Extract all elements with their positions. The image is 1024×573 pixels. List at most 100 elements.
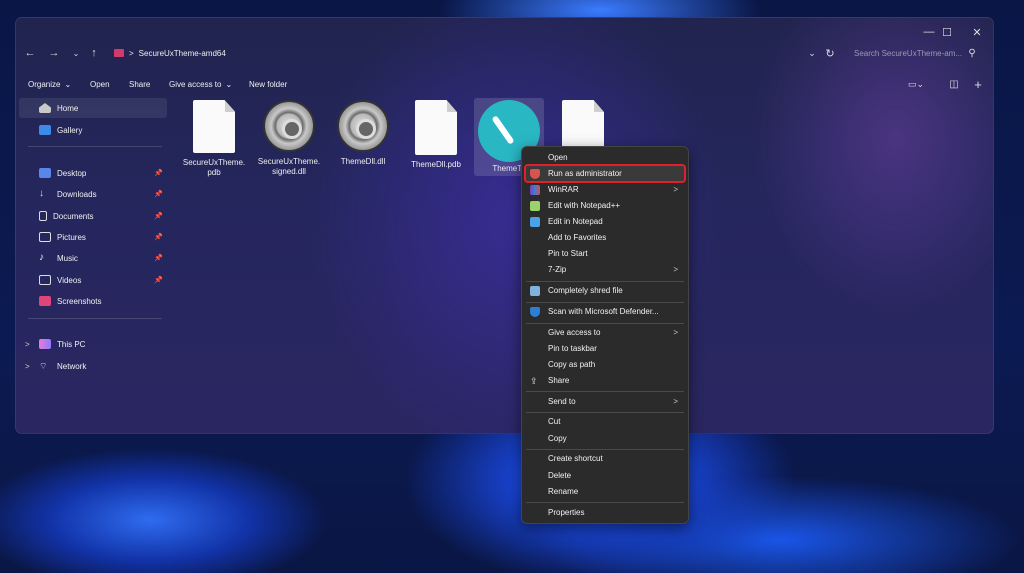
sidebar-divider [28, 146, 162, 147]
file-name: SecureUxTheme. signed.dll [257, 157, 321, 176]
menu-item-7zip[interactable]: 7-Zip > [526, 262, 684, 277]
menu-item-delete[interactable]: Delete [526, 468, 684, 483]
sidebar-item-documents[interactable]: Documents 📌 [19, 206, 167, 226]
music-icon: ♪ [39, 252, 44, 263]
menu-item-label: Give access to [548, 328, 601, 337]
breadcrumb-folder[interactable]: SecureUxTheme-amd64 [139, 49, 226, 58]
pin-icon: 📌 [154, 255, 163, 262]
chevron-right-icon: > [25, 339, 30, 349]
menu-item-scan-defender[interactable]: Scan with Microsoft Defender... [526, 304, 684, 319]
network-icon: ⌔ [39, 361, 48, 371]
menu-item-label: Edit with Notepad++ [548, 201, 621, 210]
sidebar-item-desktop[interactable]: Desktop 📌 [19, 163, 167, 183]
menu-item-add-favorites[interactable]: Add to Favorites [526, 230, 684, 245]
forward-button[interactable]: → [46, 45, 62, 61]
refresh-icon: ↻ [825, 47, 835, 60]
sidebar-item-this-pc[interactable]: > This PC [19, 334, 167, 354]
menu-item-label: Send to [548, 397, 576, 406]
sidebar-item-label: Documents [53, 211, 94, 221]
menu-item-copy[interactable]: Copy [526, 431, 684, 446]
sidebar-item-label: Desktop [57, 168, 87, 178]
menu-item-share[interactable]: ⇪ Share [526, 373, 684, 388]
menu-item-label: Scan with Microsoft Defender... [548, 307, 659, 316]
menu-item-rename[interactable]: Rename [526, 484, 684, 499]
home-icon [39, 103, 51, 113]
file-name: ThemeDll.dll [340, 157, 386, 166]
menu-item-label: Share [548, 376, 570, 385]
breadcrumb[interactable]: > SecureUxTheme-amd64 [114, 44, 226, 62]
sidebar-divider [28, 318, 162, 319]
pin-icon: 📌 [154, 170, 163, 177]
menu-item-winrar[interactable]: WinRAR > [526, 182, 684, 197]
new-folder-button[interactable]: New folder [249, 76, 287, 92]
menu-item-shred-file[interactable]: Completely shred file [526, 283, 684, 298]
give-access-label: Give access to [169, 79, 222, 89]
notepad-icon [530, 216, 540, 227]
sidebar-item-music[interactable]: ♪ Music 📌 [19, 248, 167, 268]
menu-item-edit-notepad-plus[interactable]: Edit with Notepad++ [526, 198, 684, 213]
menu-item-label: Edit in Notepad [548, 217, 603, 226]
up-button[interactable]: ↑ [86, 45, 102, 61]
menu-separator [526, 391, 684, 392]
sidebar-item-pictures[interactable]: Pictures 📌 [19, 227, 167, 247]
gear-icon [263, 100, 315, 152]
folder-icon [114, 49, 124, 57]
file-explorer-window: — ☐ ✕ ← → ⌄ ↑ > SecureUxTheme-amd64 ⌄ ↻ … [15, 17, 994, 434]
new-tab-button[interactable]: + [970, 76, 986, 92]
give-access-button[interactable]: Give access to ⌄ [169, 76, 232, 92]
document-icon [193, 100, 235, 153]
sidebar-item-network[interactable]: > ⌔ Network [19, 356, 167, 376]
menu-separator [526, 302, 684, 303]
details-pane-button[interactable]: ◫ [946, 76, 962, 92]
gallery-icon [39, 125, 51, 135]
arrow-up-icon: ↑ [91, 47, 97, 59]
file-item[interactable]: ThemeDll.pdb [401, 100, 471, 178]
menu-item-copy-path[interactable]: Copy as path [526, 357, 684, 372]
recent-dropdown-button[interactable]: ⌄ [68, 45, 84, 61]
gear-icon [337, 100, 389, 152]
address-history-button[interactable]: ⌄ [804, 45, 820, 61]
menu-item-open[interactable]: Open [526, 150, 684, 165]
menu-item-give-access[interactable]: Give access to > [526, 325, 684, 340]
pin-icon: 📌 [154, 213, 163, 220]
menu-item-pin-start[interactable]: Pin to Start [526, 246, 684, 261]
chevron-right-icon: > [673, 265, 678, 274]
file-item[interactable]: SecureUxTheme. signed.dll [254, 100, 324, 178]
sidebar-item-screenshots[interactable]: Screenshots [19, 291, 167, 311]
sidebar-item-label: Network [57, 361, 87, 371]
chevron-down-icon: ⌄ [808, 47, 816, 58]
close-button[interactable]: ✕ [962, 22, 992, 42]
menu-item-create-shortcut[interactable]: Create shortcut [526, 451, 684, 466]
organize-button[interactable]: Organize ⌄ [28, 76, 71, 92]
pin-icon: 📌 [154, 277, 163, 284]
file-name: ThemeDll.pdb [411, 160, 461, 169]
chevron-right-icon: > [25, 361, 30, 371]
sidebar-item-gallery[interactable]: Gallery [19, 120, 167, 140]
desktop-icon [39, 168, 51, 178]
file-name: SecureUxTheme. pdb [182, 158, 246, 177]
menu-item-run-as-administrator[interactable]: Run as administrator [524, 164, 686, 183]
chevron-right-icon: > [673, 328, 678, 337]
sidebar-item-home[interactable]: Home [19, 98, 167, 118]
open-button[interactable]: Open [90, 76, 110, 92]
search-input[interactable]: Search SecureUxTheme-am... [854, 44, 974, 62]
sidebar-item-videos[interactable]: Videos 📌 [19, 270, 167, 290]
menu-item-label: Copy as path [548, 360, 596, 369]
sidebar-item-downloads[interactable]: ↓ Downloads 📌 [19, 184, 167, 204]
file-item[interactable]: ThemeDll.dll [328, 100, 398, 178]
menu-item-properties[interactable]: Properties [526, 505, 684, 520]
back-button[interactable]: ← [22, 45, 38, 61]
picture-icon [39, 232, 51, 242]
search-button[interactable]: ⚲ [964, 45, 980, 61]
menu-item-cut[interactable]: Cut [526, 414, 684, 429]
new-folder-label: New folder [249, 79, 288, 89]
search-placeholder: Search SecureUxTheme-am... [854, 48, 963, 58]
file-item[interactable]: SecureUxTheme. pdb [179, 100, 249, 178]
menu-item-pin-taskbar[interactable]: Pin to taskbar [526, 341, 684, 356]
share-button[interactable]: Share [129, 76, 150, 92]
view-button[interactable]: ▭⌄ [908, 76, 924, 92]
menu-item-edit-notepad[interactable]: Edit in Notepad [526, 214, 684, 229]
refresh-button[interactable]: ↻ [822, 45, 838, 61]
maximize-button[interactable]: ☐ [932, 22, 962, 42]
menu-item-send-to[interactable]: Send to > [526, 394, 684, 409]
